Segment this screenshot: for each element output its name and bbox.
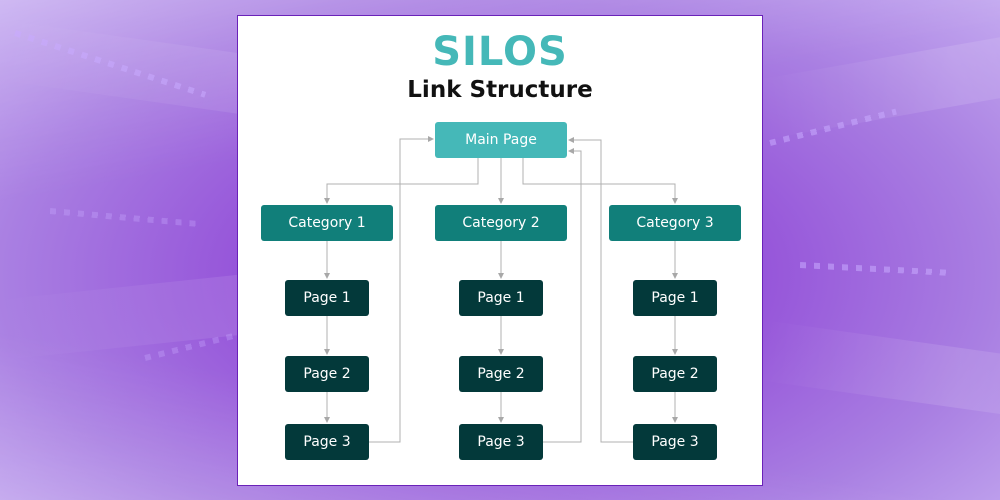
category-1-page-2-node[interactable]: Page 2 (285, 356, 369, 392)
category-3-node[interactable]: Category 3 (609, 205, 741, 241)
page-label: Page 3 (303, 434, 351, 450)
category-3-page-2-node[interactable]: Page 2 (633, 356, 717, 392)
category-3-page-1-node[interactable]: Page 1 (633, 280, 717, 316)
category-3-page-3-node[interactable]: Page 3 (633, 424, 717, 460)
connector-main-to-category-1 (324, 158, 479, 204)
connector-main-to-category-3 (522, 158, 678, 204)
page-label: Page 1 (651, 290, 699, 306)
page-label: Page 1 (303, 290, 351, 306)
category-1-page-1-node[interactable]: Page 1 (285, 280, 369, 316)
category-2-node[interactable]: Category 2 (435, 205, 567, 241)
category-3-label: Category 3 (636, 215, 714, 231)
page-label: Page 2 (477, 366, 525, 382)
connector-c3-page-3-to-main (568, 137, 633, 443)
category-1-node[interactable]: Category 1 (261, 205, 393, 241)
page-label: Page 1 (477, 290, 525, 306)
connector-c2-page-3-to-main (543, 148, 582, 443)
category-1-page-3-node[interactable]: Page 3 (285, 424, 369, 460)
main-page-node[interactable]: Main Page (435, 122, 567, 158)
page-label: Page 2 (651, 366, 699, 382)
category-2-page-3-node[interactable]: Page 3 (459, 424, 543, 460)
page-label: Page 2 (303, 366, 351, 382)
page-label: Page 3 (651, 434, 699, 450)
category-2-page-2-node[interactable]: Page 2 (459, 356, 543, 392)
category-1-label: Category 1 (288, 215, 366, 231)
category-2-page-1-node[interactable]: Page 1 (459, 280, 543, 316)
page-label: Page 3 (477, 434, 525, 450)
category-2-label: Category 2 (462, 215, 540, 231)
main-page-label: Main Page (465, 132, 537, 148)
